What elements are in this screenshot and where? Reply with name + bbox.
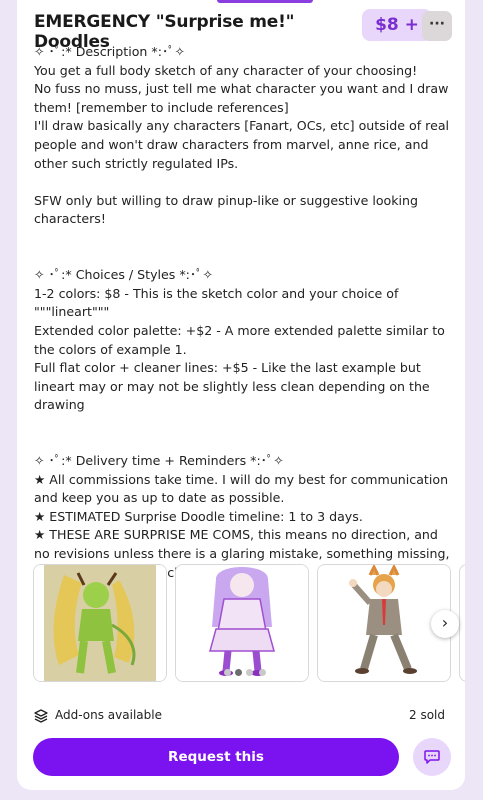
listing-description: ✧ ･ﾟ:* Description *:･ﾟ✧ You get a full … [34,44,450,580]
pagination-dot-2[interactable] [235,669,242,676]
ellipsis-icon: ··· [429,16,445,32]
chat-button[interactable] [413,738,451,776]
chat-bubble-icon [424,750,440,764]
purple-haired-girl-image [176,565,308,681]
more-options-button[interactable]: ··· [422,11,452,41]
chevron-right-icon: › [441,613,449,632]
addons-label: Add-ons available [55,708,162,722]
green-horned-character-image [34,565,166,681]
image-gallery [33,564,465,682]
gallery-thumb-1[interactable] [33,564,167,682]
active-tab-indicator [217,0,313,3]
pagination-dot-3[interactable] [246,669,253,676]
request-button[interactable]: Request this [33,738,399,776]
gallery-thumb-2[interactable] [175,564,309,682]
pagination-dot-1[interactable] [224,669,231,676]
gallery-pagination [218,669,278,679]
layers-icon [34,709,48,723]
sold-count: 2 sold [409,708,445,722]
gallery-next-button[interactable]: › [431,610,459,638]
gallery-thumb-4[interactable] [459,564,465,682]
pagination-dot-4[interactable] [259,669,266,676]
listing-card: EMERGENCY "Surprise me!" Doodles $8 + ··… [17,0,465,790]
